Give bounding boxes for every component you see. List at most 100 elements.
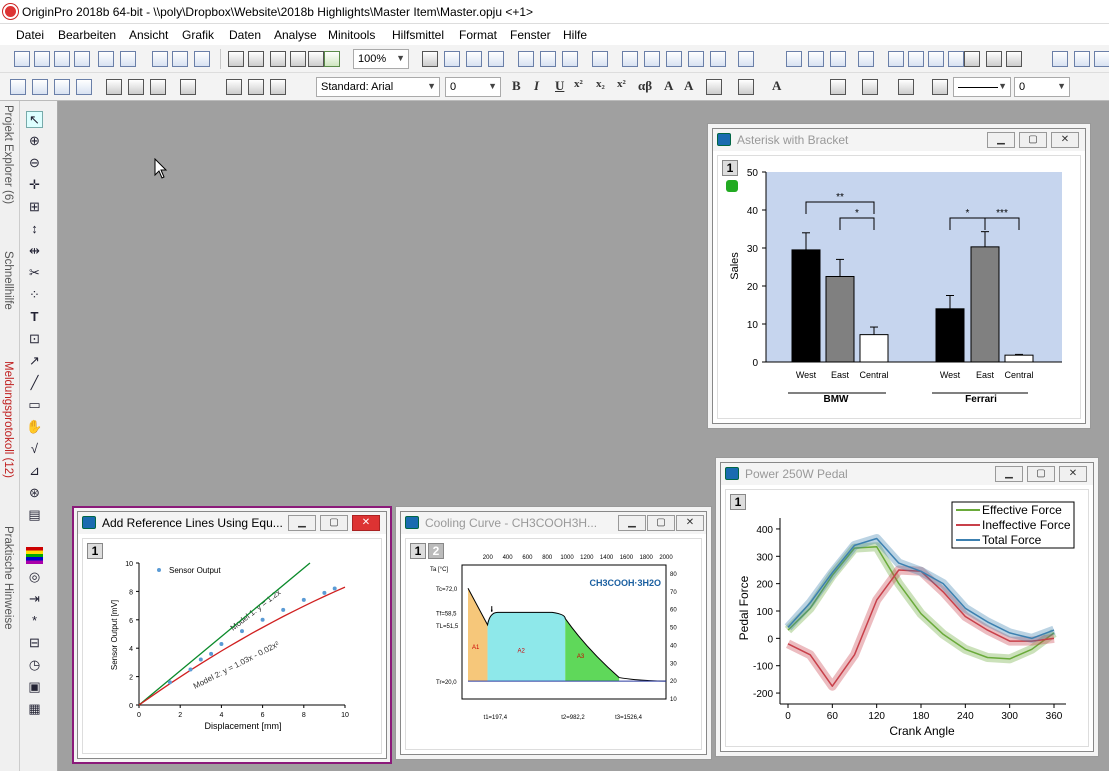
minimize-button[interactable]: ▁ (618, 515, 646, 531)
filter-dropdown-icon[interactable] (1006, 51, 1022, 67)
duplicate-icon[interactable] (466, 51, 482, 67)
zoom-dropdown[interactable]: 100% ▼ (353, 49, 409, 69)
arrange-icon[interactable] (150, 79, 166, 95)
hand-icon[interactable]: ✋ (26, 419, 43, 436)
close-button[interactable]: ✕ (1059, 466, 1087, 482)
structure-icon[interactable] (592, 51, 608, 67)
zoom-out-icon[interactable]: ⊖ (26, 155, 43, 172)
line-tool-icon[interactable]: ╱ (26, 375, 43, 392)
line-style-icon[interactable] (738, 79, 754, 95)
histogram-icon[interactable] (908, 51, 924, 67)
cooling-window[interactable]: Cooling Curve - CH3COOH3H... ▁ ▢ ✕ 1 2 T… (400, 511, 707, 755)
code-builder-icon[interactable] (622, 51, 638, 67)
color-palette-icon[interactable] (26, 547, 43, 564)
align-icon[interactable] (706, 79, 722, 95)
target-icon[interactable]: ◎ (26, 569, 43, 586)
new-function-icon[interactable] (98, 51, 114, 67)
fill-color-icon[interactable] (830, 79, 846, 95)
zoom-in-icon[interactable]: ⊕ (26, 133, 43, 150)
data-reader-icon[interactable]: ↕ (26, 221, 43, 238)
menu-bearbeiten[interactable]: Bearbeiten (58, 28, 116, 42)
font-color-icon[interactable]: A (772, 78, 781, 94)
line-color-icon[interactable] (898, 79, 914, 95)
copy-icon[interactable] (248, 79, 264, 95)
inset-graph-icon[interactable]: ⊿ (26, 463, 43, 480)
screen-reader-icon[interactable]: ⊞ (26, 199, 43, 216)
new-3d-icon[interactable] (120, 51, 136, 67)
grid-icon[interactable]: ▦ (26, 701, 43, 718)
import-excel-icon[interactable] (76, 79, 92, 95)
menu-fenster[interactable]: Fenster (510, 28, 551, 42)
region-icon[interactable]: ⊛ (26, 485, 43, 502)
import-multiple-icon[interactable] (54, 79, 70, 95)
pedal-window[interactable]: Power 250W Pedal ▁ ▢ ✕ 1 Pedal Force Cra… (720, 462, 1094, 752)
menu-hilfe[interactable]: Hilfe (563, 28, 587, 42)
save-template-icon[interactable] (290, 51, 306, 67)
greek-icon[interactable]: αβ (638, 78, 652, 94)
asterisk-window[interactable]: Asterisk with Bracket ▁ ▢ ✕ 1 Sales BMW … (712, 128, 1086, 424)
font-size-dropdown[interactable]: 0 ▼ (445, 77, 501, 97)
stacked-chart-icon[interactable] (948, 51, 964, 67)
superscript-icon[interactable]: x² (574, 78, 583, 90)
tab-hints[interactable]: Praktische Hinweise (2, 526, 14, 630)
maximize-button[interactable]: ▢ (1019, 132, 1047, 148)
new-workbook-icon[interactable] (34, 51, 50, 67)
layout-icon[interactable] (128, 79, 144, 95)
minimize-button[interactable]: ▁ (987, 132, 1015, 148)
add-column-icon[interactable] (738, 51, 754, 67)
image-icon[interactable] (644, 51, 660, 67)
filter-icon[interactable] (964, 51, 980, 67)
new-excel-icon[interactable] (194, 51, 210, 67)
pattern-icon[interactable] (862, 79, 878, 95)
video-icon[interactable] (488, 51, 504, 67)
formula-icon[interactable]: √ (26, 441, 43, 458)
function-icon[interactable] (688, 51, 704, 67)
menu-minitools[interactable]: Minitools (328, 28, 375, 42)
arrow-tool-icon[interactable]: ↗ (26, 353, 43, 370)
reference-window[interactable]: Add Reference Lines Using Equ... ▁ ▢ ✕ 1… (77, 511, 387, 759)
stopwatch-icon[interactable]: ◷ (26, 657, 43, 674)
notes-icon[interactable] (666, 51, 682, 67)
brightness-icon[interactable] (932, 79, 948, 95)
menu-format[interactable]: Format (459, 28, 497, 42)
underline-icon[interactable]: U (555, 78, 564, 94)
line-size-dropdown[interactable]: 0 ▼ (1014, 77, 1070, 97)
column-chart-icon[interactable] (928, 51, 944, 67)
command-window-icon[interactable] (562, 51, 578, 67)
new-layout-icon[interactable] (152, 51, 168, 67)
tab-quick-help[interactable]: Schnellhilfe (2, 251, 14, 310)
subscript-icon[interactable]: x₂ (596, 78, 605, 90)
graph-window-icon[interactable] (710, 51, 726, 67)
text-tool-icon[interactable]: T (26, 309, 43, 326)
reference-titlebar[interactable]: Add Reference Lines Using Equ... ▁ ▢ ✕ (78, 512, 386, 534)
increase-font-icon[interactable]: A (664, 78, 673, 94)
menu-analyse[interactable]: Analyse (274, 28, 317, 42)
import-icon[interactable] (10, 79, 26, 95)
remove-filter-icon[interactable] (986, 51, 1002, 67)
y-column-icon[interactable] (1074, 51, 1090, 67)
line-style-dropdown[interactable]: ▼ (953, 77, 1011, 97)
results-log-icon[interactable] (540, 51, 556, 67)
font-dropdown[interactable]: Standard: Arial ▼ (316, 77, 440, 97)
mask-icon[interactable]: ✂ (26, 265, 43, 282)
group-icon[interactable] (180, 79, 196, 95)
statistics-icon[interactable] (786, 51, 802, 67)
cooling-titlebar[interactable]: Cooling Curve - CH3COOH3H... ▁ ▢ ✕ (401, 512, 706, 534)
menu-hilfsmittel[interactable]: Hilfsmittel (392, 28, 444, 42)
maximize-button[interactable]: ▢ (1027, 466, 1055, 482)
layer-icon[interactable]: ▤ (26, 507, 43, 524)
maximize-button[interactable]: ▢ (320, 515, 348, 531)
sort-icon[interactable] (830, 51, 846, 67)
menu-ansicht[interactable]: Ansicht (129, 28, 168, 42)
pedal-titlebar[interactable]: Power 250W Pedal ▁ ▢ ✕ (721, 463, 1093, 485)
save-window-icon[interactable] (308, 51, 324, 67)
close-button[interactable]: ✕ (676, 515, 704, 531)
italic-icon[interactable]: I (534, 78, 539, 94)
open-template-icon[interactable] (248, 51, 264, 67)
project-explorer-icon[interactable] (518, 51, 534, 67)
menu-grafik[interactable]: Grafik (182, 28, 214, 42)
refresh-icon[interactable] (444, 51, 460, 67)
sum-icon[interactable] (808, 51, 824, 67)
draw-data-icon[interactable]: ⁘ (26, 287, 43, 304)
x-column-icon[interactable] (1052, 51, 1068, 67)
